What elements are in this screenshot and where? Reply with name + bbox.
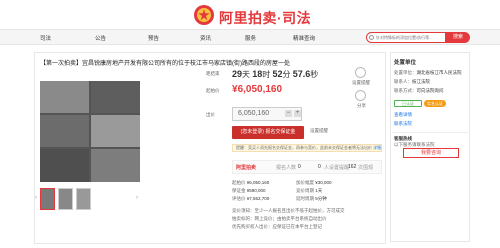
thumbnail-strip: ‹ › <box>35 188 140 210</box>
bid-label: 出价 <box>206 112 215 117</box>
countdown-label: 距结束 <box>206 71 220 76</box>
nav-item-preview[interactable]: 预告 <box>148 34 159 42</box>
bid-value: 6,050,160 <box>238 110 270 117</box>
nav-item-news[interactable]: 资讯 <box>200 34 211 42</box>
detail-link[interactable]: 查看详情 <box>394 112 412 118</box>
info-key: 保证金 <box>232 188 246 193</box>
bid-minus-button[interactable]: − <box>285 110 292 117</box>
countdown-seconds: 57.6 <box>292 69 311 79</box>
real-name-badge: 实名认证 <box>424 100 446 107</box>
contact-label: 联系人： <box>394 79 412 84</box>
thumb-next-icon[interactable]: › <box>136 195 138 201</box>
info-value: ¥6,050,160 <box>246 180 270 185</box>
info-appraisal: 评估价 ¥7,562,700 <box>232 196 269 202</box>
remind-count-label: 人设置提醒 <box>324 165 350 171</box>
nav-item-service[interactable]: 服务 <box>245 34 256 42</box>
contact-court-link[interactable]: 联系法院 <box>394 121 412 127</box>
countdown-timer: 29天 18时 52分 57.6秒 <box>232 69 318 80</box>
share-icon[interactable] <box>355 90 366 101</box>
contact2-label: 联系方式： <box>394 88 417 93</box>
top-header: 阿里拍卖·司法 <box>0 0 500 29</box>
note-1: 竞价须知：至少一人报名且出价不低于起拍价，方可成交 <box>232 208 345 213</box>
days-unit: 天 <box>242 70 251 79</box>
info-value: 5分钟 <box>315 196 327 201</box>
photo-building-4 <box>91 115 140 147</box>
views-count: 162 <box>348 164 357 170</box>
contact2-value: 可向法院询问 <box>416 88 444 93</box>
notice-text: 提醒：竞买人须先报名交保证金，再参与竞价，此前未交保证金者将无法出价 详细 <box>236 145 381 151</box>
info-value: ¥7,562,700 <box>246 196 270 201</box>
note-3: 优先购买权人出价：应保证已在本平台上登记 <box>232 224 322 229</box>
contact-name: 枝江法院 <box>412 79 430 84</box>
countdown-minutes: 52 <box>272 69 283 79</box>
auction-title: 【第一次拍卖】宜昌锐康房地产开发有限公司所有的位于枝江市马家店镇(街)路西段的房… <box>40 61 290 67</box>
court-emblem-icon <box>194 5 214 25</box>
sidebar-heading: 处置单位 <box>394 60 417 66</box>
info-cycle: 竞价周期 1天 <box>296 188 322 194</box>
info-value: 1天 <box>315 188 323 193</box>
photo-building-1 <box>40 81 89 113</box>
bid-plus-button[interactable]: + <box>294 110 301 117</box>
search-input[interactable] <box>376 33 444 41</box>
nav-item-precise-search[interactable]: 精准查询 <box>293 34 315 42</box>
remind-link[interactable]: 设置提醒 <box>310 128 328 134</box>
info-key: 加价幅度 <box>296 180 314 185</box>
info-deposit: 保证金 ¥590,000 <box>232 188 266 194</box>
info-key: 评估价 <box>232 196 246 201</box>
notice-message: 提醒：竞买人须先报名交保证金，再参与竞价，此前未交保证金者将无法出价 <box>236 145 372 150</box>
bell-icon[interactable] <box>355 67 366 78</box>
contact2-row: 联系方式：可向法院询问 <box>394 88 444 94</box>
main-photo[interactable] <box>40 81 140 182</box>
verified-badge: 已认证 <box>394 100 422 107</box>
court-row: 处置单位：湖北省枝江市人民法院 <box>394 70 462 76</box>
share-label[interactable]: 分享 <box>357 103 366 109</box>
contact-row: 联系人：枝江法院 <box>394 79 430 85</box>
info-key: 起拍价 <box>232 180 246 185</box>
thumb-prev-icon[interactable]: ‹ <box>35 195 37 201</box>
court-label: 处置单位： <box>394 70 417 75</box>
start-price: ¥6,050,160 <box>232 84 282 95</box>
thumbnail[interactable] <box>76 188 91 210</box>
thumbnail[interactable] <box>40 188 55 210</box>
info-value: ¥30,000 <box>315 180 332 185</box>
enrolled-count: 0 <box>298 164 301 170</box>
set-reminder-label[interactable]: 设置提醒 <box>352 80 370 86</box>
countdown-hours: 18 <box>252 69 263 79</box>
hours-unit: 时 <box>262 70 271 79</box>
views-label: 次围观 <box>358 165 374 171</box>
sidebar-divider <box>390 132 470 133</box>
search-icon <box>369 35 374 40</box>
consult-button[interactable]: 我要咨询 <box>403 148 459 158</box>
start-price-label: 起拍价 <box>206 88 220 93</box>
info-increment: 加价幅度 ¥30,000 <box>296 180 332 186</box>
enrolled-label: 报名人数 <box>276 165 297 171</box>
info-delay: 延时周期 5分钟 <box>296 196 327 202</box>
search-button[interactable]: 搜索 <box>446 32 470 43</box>
nav-item-sifa[interactable]: 司法 <box>40 34 51 42</box>
court-name[interactable]: 湖北省枝江市人民法院 <box>417 70 462 75</box>
enroll-deposit-button[interactable]: (您未登录) 报名交保证金 <box>232 126 304 139</box>
countdown-days: 29 <box>232 69 243 79</box>
info-value: ¥590,000 <box>246 188 266 193</box>
start-price-value: 6,050,160 <box>237 84 283 95</box>
note-2: 拍卖标的：网上竞价；由拍卖平台系统自动出价 <box>232 216 327 221</box>
info-key: 延时周期 <box>296 196 314 201</box>
info-key: 竞价周期 <box>296 188 314 193</box>
photo-building-2 <box>91 81 140 113</box>
photo-building-3 <box>40 115 89 147</box>
photo-building-6 <box>91 149 140 182</box>
remind-count: 0 <box>318 164 321 170</box>
thumbnail[interactable] <box>58 188 73 210</box>
notice-detail-link[interactable]: 详细 <box>373 145 381 150</box>
minutes-unit: 分 <box>282 70 291 79</box>
nav-item-notice[interactable]: 公告 <box>95 34 106 42</box>
main-nav: 司法 公告 预告 资讯 服务 精准查询 搜索 <box>0 29 500 45</box>
photo-building-5 <box>40 149 89 182</box>
seconds-unit: 秒 <box>310 70 319 79</box>
info-start-price: 起拍价 ¥6,050,160 <box>232 180 269 186</box>
site-logo[interactable]: 阿里拍卖·司法 <box>219 8 311 28</box>
status-brand: 阿里拍卖 <box>236 165 257 171</box>
